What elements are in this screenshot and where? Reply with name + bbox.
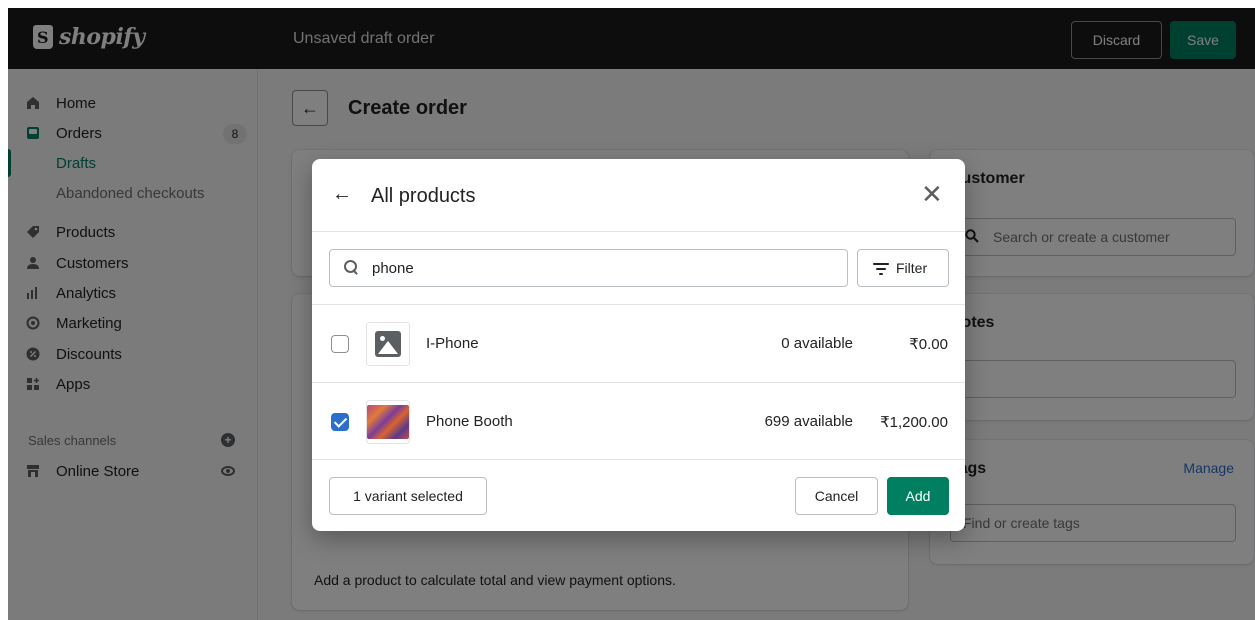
modal-back-arrow-icon[interactable]: ← xyxy=(332,183,352,206)
search-icon xyxy=(344,260,358,274)
product-search-value: phone xyxy=(372,260,414,277)
image-placeholder-icon xyxy=(375,331,401,357)
product-row[interactable]: I-Phone 0 available ₹0.00 xyxy=(312,305,965,382)
cancel-button[interactable]: Cancel xyxy=(795,477,878,515)
product-name: Phone Booth xyxy=(426,413,513,430)
product-availability: 0 available xyxy=(781,335,853,352)
add-button[interactable]: Add xyxy=(887,477,949,515)
product-availability: 699 available xyxy=(764,413,853,430)
product-name: I-Phone xyxy=(426,335,479,352)
variants-selected-button[interactable]: 1 variant selected xyxy=(329,477,487,515)
product-price: ₹1,200.00 xyxy=(880,414,948,431)
close-icon[interactable]: ✕ xyxy=(921,181,943,207)
app-frame: shopify Unsaved draft order Discard Save… xyxy=(8,8,1255,620)
modal-header-divider xyxy=(312,231,965,232)
product-picker-modal: ← All products ✕ phone Filter I-Phone 0 … xyxy=(312,159,965,531)
footer-divider xyxy=(312,459,965,460)
filter-label: Filter xyxy=(896,260,928,276)
product-row[interactable]: Phone Booth 699 available ₹1,200.00 xyxy=(312,383,965,460)
product-price: ₹0.00 xyxy=(909,336,948,353)
filter-button[interactable]: Filter xyxy=(857,249,949,287)
filter-icon xyxy=(873,263,889,275)
product-search-input[interactable]: phone xyxy=(329,249,848,287)
product-checkbox[interactable] xyxy=(331,335,349,353)
product-thumbnail xyxy=(366,322,410,366)
product-thumbnail xyxy=(366,400,410,444)
modal-title: All products xyxy=(371,185,476,207)
product-checkbox[interactable] xyxy=(331,413,349,431)
product-photo xyxy=(367,405,409,439)
